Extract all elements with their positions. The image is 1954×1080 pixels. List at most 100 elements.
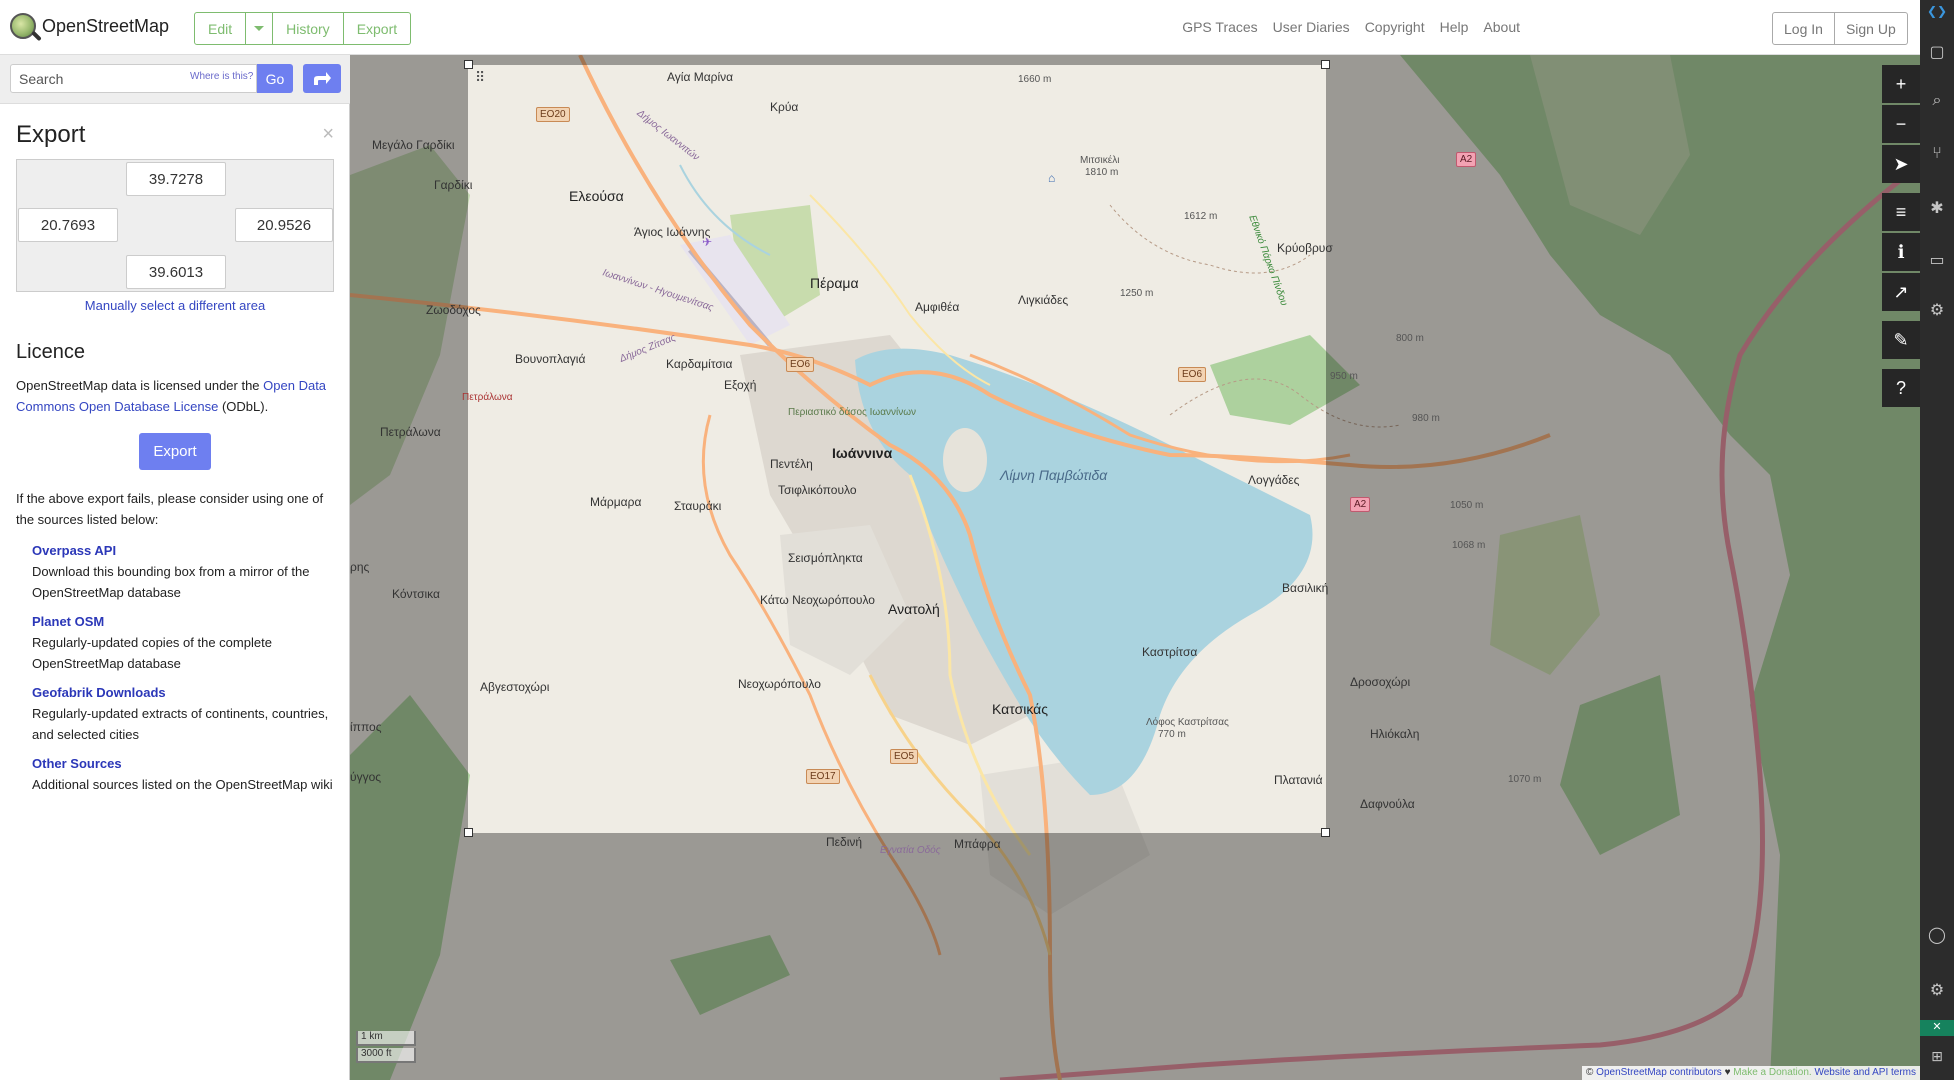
licence-text-2: (ODbL). bbox=[218, 399, 269, 414]
remote-indicator-icon[interactable]: ✕ bbox=[1920, 1020, 1954, 1036]
nav-gps-traces[interactable]: GPS Traces bbox=[1182, 19, 1257, 35]
map-controls: + − ➤ ≡ ℹ ↗ ✎ ? bbox=[1882, 65, 1920, 409]
info-icon[interactable]: ℹ bbox=[1882, 233, 1920, 271]
terms-link[interactable]: Website and API terms bbox=[1814, 1067, 1916, 1078]
explorer-icon[interactable]: ▢ bbox=[1927, 42, 1947, 62]
history-button[interactable]: History bbox=[273, 12, 344, 45]
lake-label: Λίμνη Παμβώτιδα bbox=[1000, 467, 1108, 483]
remote-explorer-icon[interactable]: ▭ bbox=[1927, 250, 1947, 270]
place-label: Πέραμα bbox=[810, 275, 859, 291]
manage-gear-icon[interactable]: ⚙ bbox=[1927, 980, 1947, 1000]
locate-icon[interactable]: ➤ bbox=[1882, 145, 1920, 183]
export-title: Export bbox=[16, 121, 86, 148]
sidebar: Search Where is this? Go Export × 39.727… bbox=[0, 55, 350, 1080]
place-label: Λιγκιάδες bbox=[1018, 293, 1069, 307]
peak-label: 1612 m bbox=[1184, 211, 1218, 222]
road-shield: A2 bbox=[1350, 497, 1371, 512]
peak-label: 1070 m bbox=[1508, 774, 1542, 785]
place-label: Λογγάδες bbox=[1248, 473, 1300, 487]
edit-dropdown-button[interactable] bbox=[246, 12, 274, 45]
share-icon[interactable]: ↗ bbox=[1882, 273, 1920, 311]
source-description: Additional sources listed on the OpenStr… bbox=[32, 777, 333, 792]
add-note-icon[interactable]: ✎ bbox=[1882, 321, 1920, 359]
forest-area-southwest bbox=[350, 695, 470, 1080]
source-description: Regularly-updated extracts of continents… bbox=[32, 706, 329, 742]
logo[interactable]: OpenStreetMap bbox=[10, 13, 169, 39]
export-panel: Export × 39.7278 20.7693 20.9526 39.6013… bbox=[16, 121, 334, 803]
sources-list: Overpass API Download this bounding box … bbox=[16, 540, 334, 795]
grid-drag-icon[interactable]: ⠿ bbox=[475, 69, 485, 86]
donate-link[interactable]: Make a Donation. bbox=[1733, 1067, 1811, 1078]
list-item: Geofabrik Downloads Regularly-updated ex… bbox=[32, 682, 334, 745]
signup-button[interactable]: Sign Up bbox=[1834, 12, 1908, 45]
place-label: Εξοχή bbox=[724, 378, 757, 392]
nav-about[interactable]: About bbox=[1483, 19, 1520, 35]
list-item: Overpass API Download this bounding box … bbox=[32, 540, 334, 603]
selection-handle-top-right[interactable] bbox=[1321, 60, 1330, 69]
place-label: ύγγος bbox=[350, 770, 382, 784]
debug-icon[interactable]: ✱ bbox=[1927, 198, 1947, 218]
bbox-bottom-input[interactable]: 39.6013 bbox=[126, 255, 226, 289]
export-tab-button[interactable]: Export bbox=[343, 12, 412, 45]
peak-label: 800 m bbox=[1396, 333, 1424, 344]
nav-user-diaries[interactable]: User Diaries bbox=[1273, 19, 1350, 35]
grass-area bbox=[1490, 515, 1600, 675]
attribution: © OpenStreetMap contributors ♥ Make a Do… bbox=[1582, 1066, 1920, 1080]
directions-button[interactable] bbox=[303, 64, 341, 93]
export-button[interactable]: Export bbox=[139, 433, 211, 470]
login-button[interactable]: Log In bbox=[1772, 12, 1835, 45]
selection-handle-top-left[interactable] bbox=[464, 60, 473, 69]
other-sources-link[interactable]: Other Sources bbox=[32, 753, 334, 774]
bbox-right-input[interactable]: 20.9526 bbox=[235, 208, 333, 242]
go-button[interactable]: Go bbox=[257, 64, 293, 93]
nav-help[interactable]: Help bbox=[1440, 19, 1469, 35]
selection-handle-bottom-left[interactable] bbox=[464, 828, 473, 837]
road-shield: EO20 bbox=[536, 107, 570, 122]
chevron-down-icon bbox=[254, 26, 265, 31]
city-label: Ιωάννινα bbox=[832, 445, 893, 461]
place-label: Μεγάλο Γαρδίκι bbox=[372, 138, 455, 152]
where-is-this-link[interactable]: Where is this? bbox=[190, 71, 253, 82]
licence-title: Licence bbox=[16, 341, 85, 363]
edit-button[interactable]: Edit bbox=[194, 12, 247, 45]
zoom-in-icon[interactable]: + bbox=[1882, 65, 1920, 103]
peak-label: 1050 m bbox=[1450, 500, 1484, 511]
place-label: Νεοχωρόπουλο bbox=[738, 677, 821, 691]
map[interactable]: ⠿ Αγία Μαρίνα Κρύα Μεγάλο Γαρδίκι Γαρδίκ… bbox=[350, 55, 1920, 1080]
extensions-icon[interactable]: ⚙ bbox=[1927, 300, 1947, 320]
place-label: Καστρίτσα bbox=[1142, 645, 1198, 659]
manual-select-link[interactable]: Manually select a different area bbox=[16, 298, 334, 313]
place-label: Πετράλωνα bbox=[462, 392, 513, 403]
query-features-icon[interactable]: ? bbox=[1882, 369, 1920, 407]
forest-area-kastritsa bbox=[1560, 675, 1680, 855]
place-label: Δροσοχώρι bbox=[1350, 675, 1411, 689]
vscode-logo-icon: ❮❯ bbox=[1927, 4, 1948, 18]
list-item: Planet OSM Regularly-updated copies of t… bbox=[32, 611, 334, 674]
source-description: Download this bounding box from a mirror… bbox=[32, 564, 310, 600]
place-label: Αβγεστοχώρι bbox=[480, 680, 550, 694]
account-icon[interactable]: ◯ bbox=[1927, 925, 1947, 945]
source-control-icon[interactable]: ⑂ bbox=[1927, 145, 1947, 165]
bbox-left-input[interactable]: 20.7693 bbox=[18, 208, 118, 242]
contributors-link[interactable]: OpenStreetMap contributors bbox=[1596, 1067, 1722, 1078]
header: OpenStreetMap Edit History Export GPS Tr… bbox=[0, 0, 1920, 55]
planet-osm-link[interactable]: Planet OSM bbox=[32, 611, 334, 632]
nav-copyright[interactable]: Copyright bbox=[1365, 19, 1425, 35]
place-label: Γαρδίκι bbox=[434, 178, 473, 192]
windows-icon[interactable]: ⊞ bbox=[1927, 1048, 1947, 1068]
peak-label: 1068 m bbox=[1452, 540, 1486, 551]
place-label: Μάρμαρα bbox=[590, 495, 642, 509]
geofabrik-link[interactable]: Geofabrik Downloads bbox=[32, 682, 334, 703]
zoom-out-icon[interactable]: − bbox=[1882, 105, 1920, 143]
licence-text-1: OpenStreetMap data is licensed under the bbox=[16, 378, 264, 393]
bbox-top-input[interactable]: 39.7278 bbox=[126, 162, 226, 196]
overpass-api-link[interactable]: Overpass API bbox=[32, 540, 334, 561]
search-icon[interactable]: ⌕ bbox=[1927, 92, 1947, 112]
close-icon[interactable]: × bbox=[322, 123, 334, 146]
place-label: Πετράλωνα bbox=[380, 425, 441, 439]
place-label: Ελεούσα bbox=[569, 188, 624, 204]
forest-area-east bbox=[1400, 55, 1920, 1080]
selection-handle-bottom-right[interactable] bbox=[1321, 828, 1330, 837]
place-label: Άγιος Ιωάννης bbox=[634, 225, 711, 239]
layers-icon[interactable]: ≡ bbox=[1882, 193, 1920, 231]
